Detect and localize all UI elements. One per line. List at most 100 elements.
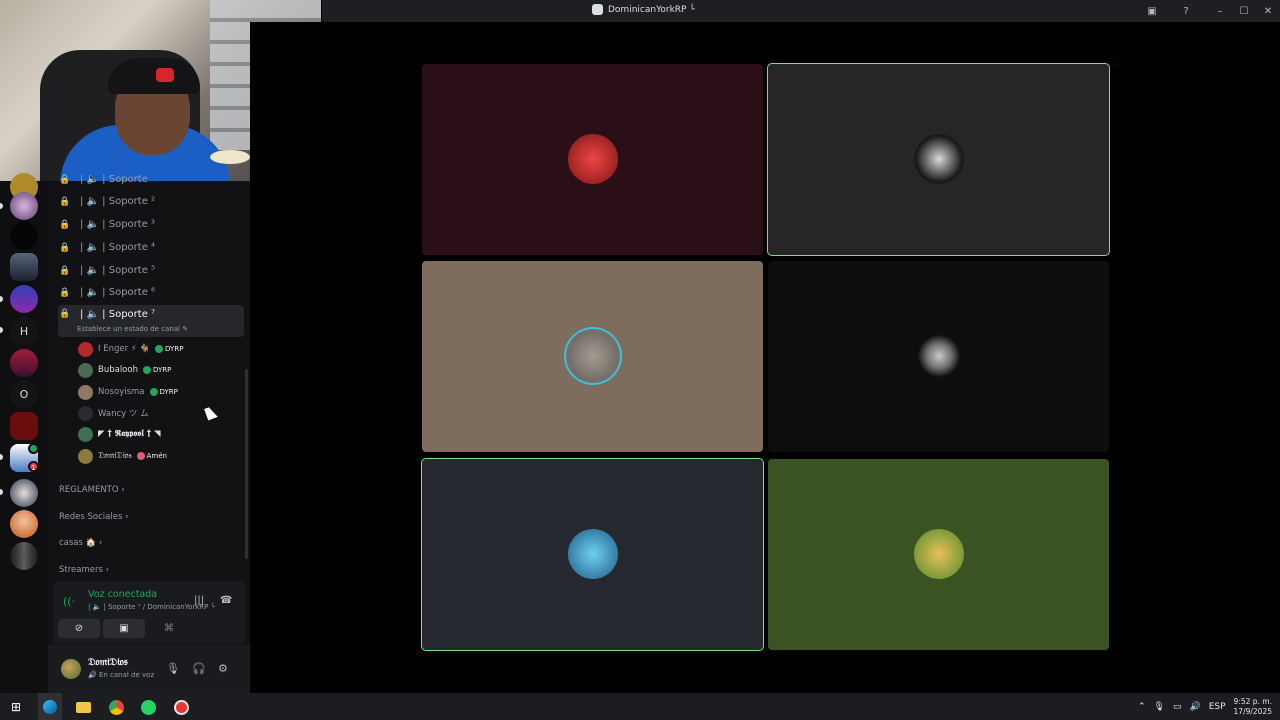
server-icon[interactable] <box>10 253 38 281</box>
gamepad-icon: ⌘ <box>164 623 174 634</box>
microphone-icon[interactable]: 🎙 <box>1154 702 1165 712</box>
help-icon[interactable]: ? <box>1174 6 1198 17</box>
server-icon[interactable] <box>10 542 38 570</box>
green-status-badge <box>28 443 39 454</box>
user-panel: 𝔇𝔬𝔪𝔦𝔇𝔦𝔬𝔰 🔊 En canal de voz 🎙 🎧 ⚙ <box>48 645 250 693</box>
chrome-icon[interactable] <box>106 697 126 717</box>
screen-share-icon[interactable]: ▣ <box>1140 6 1164 17</box>
disconnect-icon[interactable]: ☎ <box>220 595 232 606</box>
channel-soporte-4[interactable]: 🔒 | 🔈 | Soporte ⁴ <box>58 237 244 258</box>
participant-tile[interactable] <box>768 459 1109 650</box>
avatar <box>914 331 964 381</box>
mention-badge: 1 <box>28 461 39 472</box>
channel-soporte-3[interactable]: 🔒 | 🔈 | Soporte ³ <box>58 214 244 235</box>
role-tag: DYRP <box>142 366 172 374</box>
category-redes-sociales[interactable]: Redes Sociales › <box>59 512 128 522</box>
avatar <box>568 331 618 381</box>
server-icon[interactable]: H <box>10 317 38 345</box>
server-icon[interactable] <box>10 285 38 313</box>
server-icon[interactable]: O <box>10 380 38 408</box>
headphones-icon[interactable]: 🎧 <box>192 662 206 675</box>
close-icon[interactable]: ✕ <box>1256 6 1280 17</box>
channel-label: | 🔈 | Soporte ⁶ <box>80 287 156 298</box>
clock[interactable]: 9:52 p. m. 17/9/2025 <box>1234 697 1272 717</box>
channel-soporte-2[interactable]: 🔒 | 🔈 | Soporte ² <box>58 191 244 212</box>
signal-icon[interactable]: ((· <box>63 595 75 608</box>
whatsapp-icon[interactable] <box>138 697 158 717</box>
voice-user[interactable]: 𝔇𝔬𝔪𝔦𝔇𝔦𝔬𝔰 Amén <box>78 447 167 465</box>
category-casas[interactable]: casas 🏠 › <box>59 538 102 548</box>
channel-status-note[interactable]: Establece un estado de canal ✎ <box>77 325 188 333</box>
lock-icon: 🔒 <box>59 242 71 253</box>
avatar[interactable] <box>61 659 81 679</box>
channel-soporte-1[interactable]: 🔒 | 🔈 | Soporte <box>58 169 244 190</box>
channel-label: | 🔈 | Soporte ⁷ <box>80 309 156 320</box>
volume-icon[interactable]: 🔊 <box>1189 702 1200 712</box>
language-indicator[interactable]: ESP <box>1209 702 1226 712</box>
dyrp-tag-icon <box>142 366 151 374</box>
avatar <box>568 529 618 579</box>
avatar <box>78 341 93 357</box>
camera-off-icon: ⊘ <box>74 623 84 634</box>
sidebar-scrollbar[interactable] <box>245 369 248 559</box>
heart-tag-icon <box>136 452 145 460</box>
lock-icon: 🔒 <box>59 196 71 207</box>
noise-suppression-icon[interactable]: ||| <box>194 595 204 606</box>
participant-tile[interactable] <box>768 261 1109 452</box>
mouse-cursor <box>204 405 218 421</box>
category-streamers[interactable]: Streamers › <box>59 565 109 575</box>
taskbar: ⊞ ⌃ 🎙 ▭ 🔊 ESP 9:52 p. m. 17/9/2025 <box>0 693 1280 720</box>
channel-label: | 🔈 | Soporte ³ <box>80 219 156 230</box>
voice-user[interactable]: Nosoyisma DYRP <box>78 383 178 401</box>
minimize-icon[interactable]: – <box>1208 6 1232 17</box>
role-tag: DYRP <box>155 345 183 353</box>
voice-user[interactable]: Bubalooh DYRP <box>78 361 171 379</box>
avatar <box>78 426 93 442</box>
category-reglamento[interactable]: REGLAMENTO › <box>59 485 125 495</box>
user-name[interactable]: 𝔇𝔬𝔪𝔦𝔇𝔦𝔬𝔰 <box>88 657 128 668</box>
chevron-up-icon[interactable]: ⌃ <box>1138 702 1146 712</box>
camera-off-button[interactable]: ⊘ <box>58 619 100 638</box>
clock-date: 17/9/2025 <box>1233 706 1272 716</box>
edge-icon[interactable] <box>38 693 62 720</box>
voice-user-name: Nosoyisma <box>98 387 145 397</box>
voice-user[interactable]: I Enger ⚡ 🐐 DYRP <box>78 340 183 358</box>
server-icon[interactable] <box>10 510 38 538</box>
microphone-icon[interactable]: 🎙 <box>166 662 180 675</box>
participant-tile[interactable] <box>421 458 764 651</box>
channel-label: | 🔈 | Soporte ² <box>80 196 156 207</box>
participant-tile[interactable] <box>422 261 763 452</box>
gear-icon[interactable]: ⚙ <box>218 662 228 675</box>
role-tag-label: DYRP <box>152 366 172 374</box>
participant-tile[interactable] <box>422 64 763 255</box>
maximize-icon[interactable]: ☐ <box>1232 6 1256 17</box>
lock-icon: 🔒 <box>59 265 71 276</box>
avatar <box>78 384 93 400</box>
lock-icon: 🔒 <box>59 309 71 319</box>
voice-user[interactable]: Wancy ツ ム <box>78 404 149 422</box>
server-icon[interactable] <box>10 222 38 250</box>
voice-status-title[interactable]: Voz conectada <box>88 589 157 600</box>
windows-start-icon[interactable]: ⊞ <box>6 697 26 717</box>
window-title: DominicanYorkRP └ <box>592 4 695 15</box>
role-tag-label: Amén <box>146 452 167 460</box>
channel-soporte-6[interactable]: 🔒 | 🔈 | Soporte ⁶ <box>58 282 244 303</box>
activities-button[interactable]: ⌘ <box>148 619 190 638</box>
server-icon[interactable] <box>10 349 38 377</box>
role-tag-label: DYRP <box>165 345 184 353</box>
server-icon[interactable] <box>10 479 38 507</box>
avatar <box>568 134 618 184</box>
voice-user[interactable]: ◤ † 𝕽𝖆𝖞𝖕𝖔𝖔𝖑 † ◥ <box>78 425 161 443</box>
channel-soporte-5[interactable]: 🔒 | 🔈 | Soporte ⁵ <box>58 260 244 281</box>
app-icon[interactable] <box>171 697 191 717</box>
network-icon[interactable]: ▭ <box>1173 702 1182 712</box>
screen-share-button[interactable]: ▣ <box>103 619 145 638</box>
file-explorer-icon[interactable] <box>73 697 93 717</box>
avatar <box>914 529 964 579</box>
avatar <box>914 134 964 184</box>
dyrp-tag-icon <box>149 388 158 396</box>
server-icon[interactable] <box>10 412 38 440</box>
participant-tile[interactable] <box>767 63 1110 256</box>
voice-user-name: Bubalooh <box>98 365 138 375</box>
server-icon[interactable] <box>10 192 38 220</box>
